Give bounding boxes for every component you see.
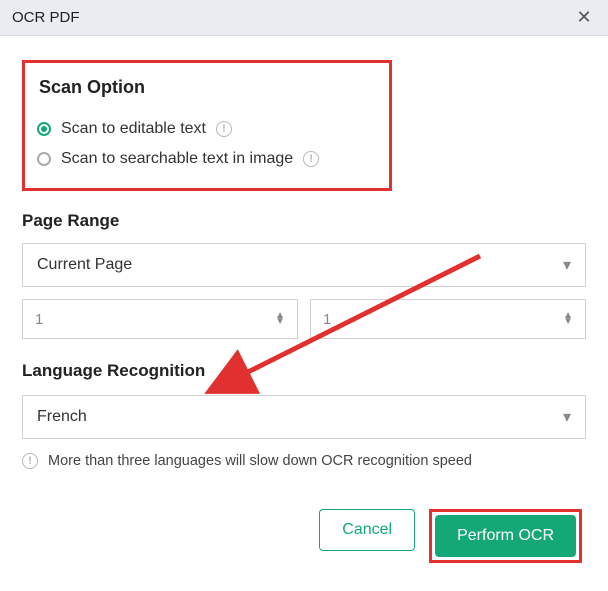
stepper-value: 1 — [35, 311, 43, 328]
language-dropdown[interactable]: French ▾ — [22, 395, 586, 439]
stepper-arrows: ▲ ▼ — [275, 313, 285, 325]
button-row: Cancel Perform OCR — [22, 509, 586, 563]
dropdown-value: Current Page — [37, 256, 132, 274]
info-icon[interactable]: ! — [303, 151, 319, 167]
language-group: Language Recognition French ▾ ! More tha… — [22, 361, 586, 469]
language-header: Language Recognition — [22, 361, 586, 381]
page-to-stepper[interactable]: 1 ▲ ▼ — [310, 299, 586, 339]
dialog-content: Scan Option Scan to editable text ! Scan… — [0, 36, 608, 579]
warning-text: More than three languages will slow down… — [48, 453, 472, 469]
info-icon: ! — [22, 453, 38, 469]
radio-scan-searchable[interactable]: Scan to searchable text in image ! — [33, 144, 375, 174]
dropdown-value: French — [37, 408, 87, 426]
arrow-down-icon[interactable]: ▼ — [563, 319, 573, 325]
radio-label: Scan to editable text — [61, 120, 206, 138]
perform-ocr-button[interactable]: Perform OCR — [435, 515, 576, 557]
dialog-title: OCR PDF — [12, 9, 80, 26]
close-icon[interactable]: ✕ — [572, 7, 596, 28]
arrow-down-icon[interactable]: ▼ — [275, 319, 285, 325]
radio-scan-editable[interactable]: Scan to editable text ! — [33, 114, 375, 144]
language-title: Language Recognition — [22, 361, 205, 381]
radio-label: Scan to searchable text in image — [61, 150, 293, 168]
chevron-down-icon: ▾ — [563, 255, 571, 275]
page-range-dropdown[interactable]: Current Page ▾ — [22, 243, 586, 287]
cancel-button[interactable]: Cancel — [319, 509, 415, 551]
radio-icon — [37, 122, 51, 136]
language-warning: ! More than three languages will slow do… — [22, 453, 586, 469]
chevron-down-icon: ▾ — [563, 407, 571, 427]
page-range-title: Page Range — [22, 211, 586, 231]
page-range-group: Page Range Current Page ▾ 1 ▲ ▼ 1 ▲ ▼ — [22, 211, 586, 339]
title-bar: OCR PDF ✕ — [0, 0, 608, 36]
info-icon[interactable]: ! — [216, 121, 232, 137]
stepper-value: 1 — [323, 311, 331, 328]
stepper-arrows: ▲ ▼ — [563, 313, 573, 325]
page-range-spinner-row: 1 ▲ ▼ 1 ▲ ▼ — [22, 299, 586, 339]
page-from-stepper[interactable]: 1 ▲ ▼ — [22, 299, 298, 339]
radio-icon — [37, 152, 51, 166]
scan-option-highlight: Scan Option Scan to editable text ! Scan… — [22, 60, 392, 191]
scan-option-title: Scan Option — [33, 77, 375, 98]
perform-ocr-highlight: Perform OCR — [429, 509, 582, 563]
